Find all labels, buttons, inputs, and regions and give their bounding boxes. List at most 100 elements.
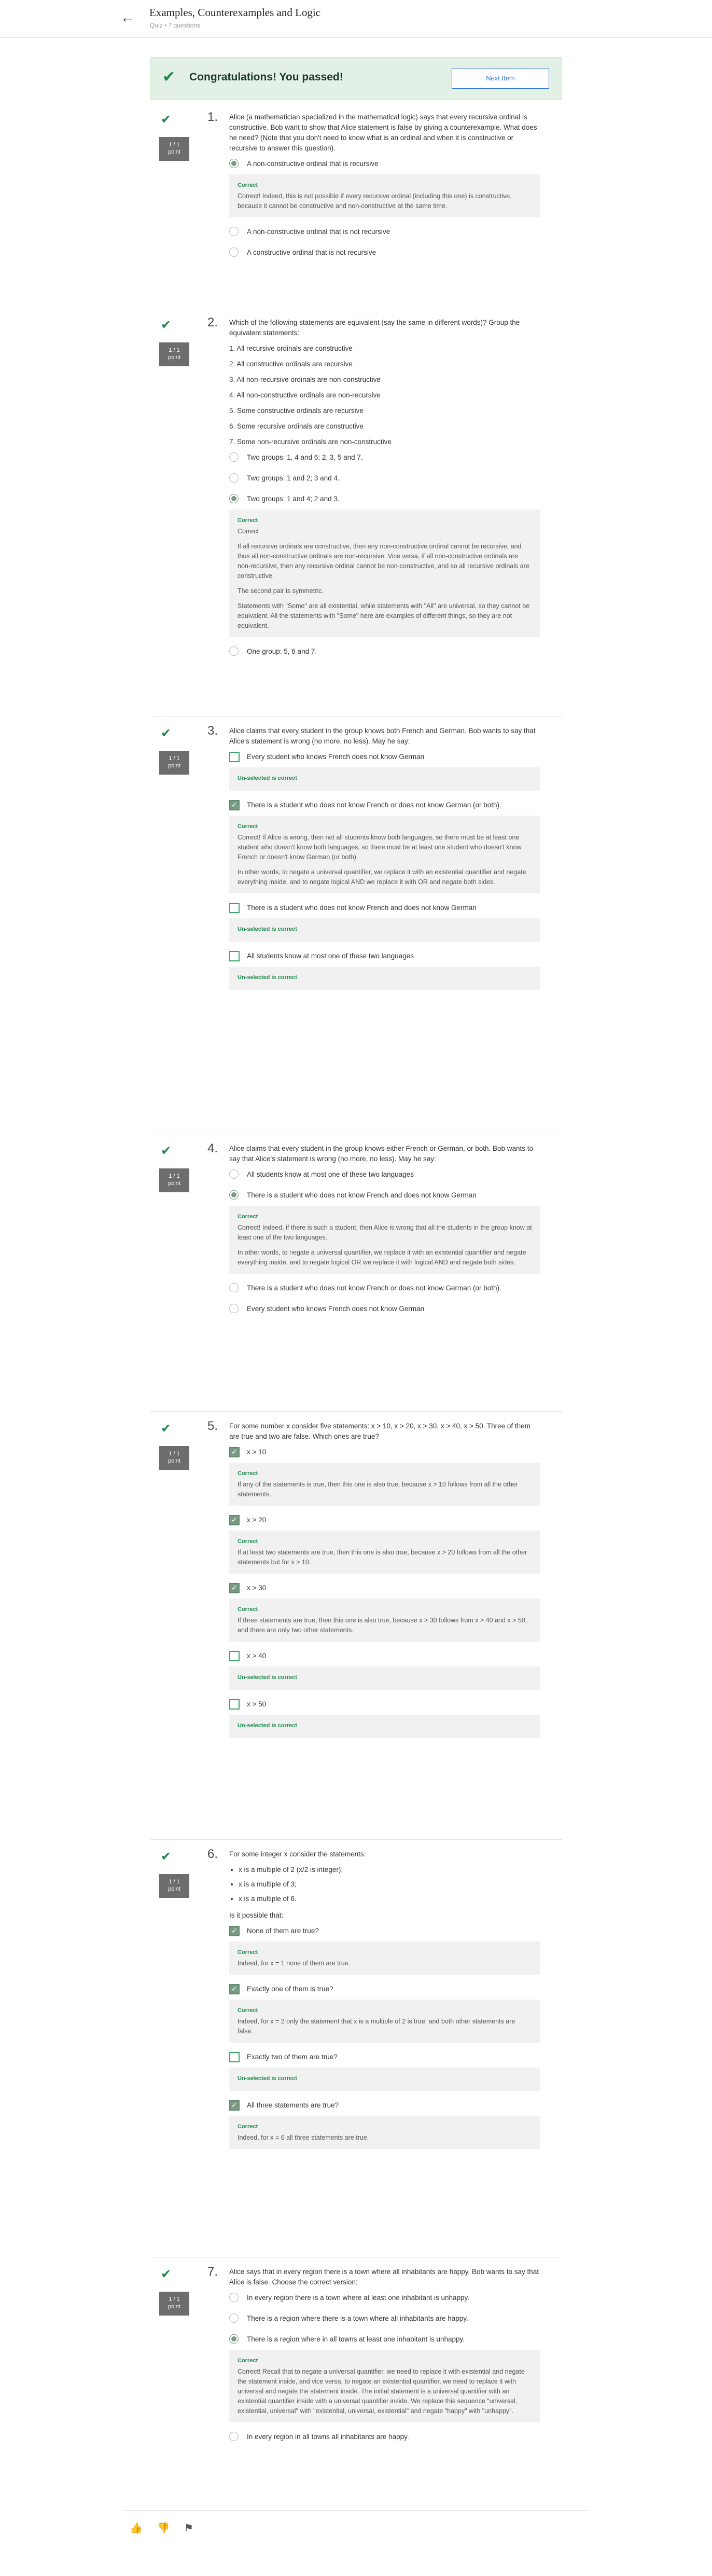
checkbox-option[interactable]: All three statements are true? bbox=[229, 2100, 540, 2112]
next-item-button[interactable]: Next Item bbox=[452, 68, 549, 89]
checkbox[interactable] bbox=[229, 1447, 240, 1457]
checkbox[interactable] bbox=[229, 800, 240, 810]
checkbox-option[interactable]: None of them are true? bbox=[229, 1925, 540, 1937]
radio-button[interactable] bbox=[229, 247, 239, 257]
checkbox[interactable] bbox=[229, 951, 240, 961]
radio-option[interactable]: A constructive ordinal that is not recur… bbox=[229, 247, 540, 259]
statement-item: 3. All non-recursive ordinals are non-co… bbox=[229, 376, 381, 383]
feedback-text: Correct bbox=[238, 528, 259, 535]
feedback-status: Correct bbox=[238, 182, 258, 188]
points-badge: 1 / 1 point bbox=[159, 1168, 189, 1192]
option-label: A constructive ordinal that is not recur… bbox=[247, 249, 376, 256]
question-number: 7. bbox=[207, 2265, 218, 2279]
checkbox[interactable] bbox=[229, 903, 240, 913]
checkbox-option[interactable]: x > 40 bbox=[229, 1651, 540, 1662]
checkbox-option[interactable]: x > 10 bbox=[229, 1447, 540, 1458]
feedback-box: Correct Correct If all recursive ordinals … bbox=[229, 509, 540, 637]
checkbox[interactable] bbox=[229, 2052, 240, 2062]
check-icon: ✔ bbox=[161, 1422, 172, 1436]
radio-button[interactable] bbox=[229, 646, 239, 656]
checkbox[interactable] bbox=[229, 1983, 240, 1994]
radio-option[interactable]: There is a region where in all towns at … bbox=[229, 2334, 540, 2346]
points-word: point bbox=[168, 149, 180, 155]
radio-option[interactable]: There is a student who does not know Fre… bbox=[229, 1283, 540, 1294]
feedback-status: Correct bbox=[238, 1606, 258, 1613]
radio-option[interactable]: Two groups: 1 and 4; 2 and 3. bbox=[229, 494, 540, 505]
question-body: Alice says that in every region there is… bbox=[229, 2267, 540, 2443]
statement-item: x is a multiple of 3; bbox=[239, 1879, 540, 1890]
radio-button[interactable] bbox=[229, 473, 239, 483]
checkbox-option[interactable]: There is a student who does not know Fre… bbox=[229, 903, 540, 914]
option-label: All three statements are true? bbox=[247, 2101, 339, 2109]
thumbs-up-icon[interactable]: 👍 bbox=[130, 2523, 143, 2534]
radio-button[interactable] bbox=[229, 159, 239, 168]
radio-button[interactable] bbox=[229, 452, 239, 462]
checkbox-option[interactable]: x > 30 bbox=[229, 1582, 540, 1594]
checkbox-option[interactable]: x > 50 bbox=[229, 1699, 540, 1711]
points-badge: 1 / 1 point bbox=[159, 2292, 189, 2316]
radio-button[interactable] bbox=[229, 1169, 239, 1179]
page-subtitle: Quiz • 7 questions bbox=[150, 22, 200, 29]
radio-button[interactable] bbox=[229, 2334, 239, 2344]
radio-button[interactable] bbox=[229, 1190, 239, 1200]
feedback-text: If at least two statements are true, the… bbox=[238, 1549, 527, 1566]
checkbox-option[interactable]: Exactly two of them are true? bbox=[229, 2052, 540, 2063]
radio-option[interactable]: All students know at most one of these t… bbox=[229, 1169, 540, 1181]
question-number: 3. bbox=[207, 724, 218, 738]
feedback-text: Correct! If Alice is wrong, then not all… bbox=[238, 834, 522, 861]
option-label: Two groups: 1, 4 and 6; 2, 3, 5 and 7. bbox=[247, 453, 363, 461]
radio-option[interactable]: Two groups: 1 and 2; 3 and 4. bbox=[229, 473, 540, 485]
option-label: None of them are true? bbox=[247, 1927, 319, 1935]
checkbox[interactable] bbox=[229, 1699, 240, 1710]
radio-button[interactable] bbox=[229, 1304, 239, 1313]
footer-actions: 👍 👎 ⚑ bbox=[130, 2522, 205, 2534]
feedback-text: In other words, to negate a universal qu… bbox=[238, 869, 526, 886]
feedback-status: Correct bbox=[238, 1538, 258, 1545]
flag-icon[interactable]: ⚑ bbox=[184, 2523, 193, 2534]
radio-option[interactable]: In every region there is a town where at… bbox=[229, 2293, 540, 2304]
checkbox[interactable] bbox=[229, 1651, 240, 1661]
radio-option[interactable]: Two groups: 1, 4 and 6; 2, 3, 5 and 7. bbox=[229, 452, 540, 464]
radio-option[interactable]: There is a region where there is a town … bbox=[229, 2313, 540, 2325]
radio-option[interactable]: In every region in all towns all inhabit… bbox=[229, 2432, 540, 2443]
feedback-box: Correct Indeed, for x = 2 only the statem… bbox=[229, 2000, 540, 2043]
checkbox[interactable] bbox=[229, 752, 240, 762]
feedback-status: Un-selected is correct bbox=[238, 775, 297, 781]
radio-button[interactable] bbox=[229, 2293, 239, 2302]
radio-button[interactable] bbox=[229, 494, 239, 503]
thumbs-down-icon[interactable]: 👎 bbox=[157, 2523, 170, 2534]
points-word: point bbox=[168, 354, 180, 361]
points-value: 1 / 1 bbox=[169, 142, 180, 148]
check-icon: ✔ bbox=[161, 1850, 172, 1864]
checkbox[interactable] bbox=[229, 2100, 240, 2111]
question-number: 5. bbox=[207, 1419, 218, 1433]
checkbox-option[interactable]: There is a student who does not know Fre… bbox=[229, 800, 540, 811]
question-body: Alice claims that every student in the g… bbox=[229, 1144, 540, 1315]
checkbox[interactable] bbox=[229, 1582, 240, 1593]
question-body: Alice claims that every student in the g… bbox=[229, 726, 540, 990]
option-label: Two groups: 1 and 2; 3 and 4. bbox=[247, 474, 340, 482]
checkbox-option[interactable]: All students know at most one of these t… bbox=[229, 951, 540, 962]
feedback-box: Correct Correct! Indeed, this is not poss… bbox=[229, 174, 540, 217]
radio-button[interactable] bbox=[229, 1283, 239, 1292]
points-value: 1 / 1 bbox=[169, 347, 180, 353]
radio-option[interactable]: A non-constructive ordinal that is recur… bbox=[229, 159, 540, 170]
checkbox-option[interactable]: Exactly one of them is true? bbox=[229, 1983, 540, 1995]
radio-option[interactable]: There is a student who does not know Fre… bbox=[229, 1190, 540, 1202]
option-label: x > 40 bbox=[247, 1652, 267, 1660]
statement-list: x is a multiple of 2 (x/2 is integer); x … bbox=[229, 1865, 540, 1904]
feedback-text: The second pair is symmetric. bbox=[238, 587, 324, 595]
option-label: One group: 5, 6 and 7. bbox=[247, 648, 317, 655]
checkbox[interactable] bbox=[229, 1925, 240, 1936]
arrow-left-icon[interactable]: ← bbox=[120, 10, 135, 25]
radio-option[interactable]: One group: 5, 6 and 7. bbox=[229, 646, 540, 658]
checkbox-option[interactable]: Every student who knows French does not … bbox=[229, 752, 540, 763]
radio-option[interactable]: A non-constructive ordinal that is not r… bbox=[229, 227, 540, 238]
radio-button[interactable] bbox=[229, 2313, 239, 2323]
radio-button[interactable] bbox=[229, 2432, 239, 2441]
checkbox-option[interactable]: x > 20 bbox=[229, 1514, 540, 1526]
points-badge: 1 / 1 point bbox=[159, 1446, 189, 1470]
checkbox[interactable] bbox=[229, 1514, 240, 1525]
radio-button[interactable] bbox=[229, 227, 239, 236]
radio-option[interactable]: Every student who knows French does not … bbox=[229, 1304, 540, 1315]
